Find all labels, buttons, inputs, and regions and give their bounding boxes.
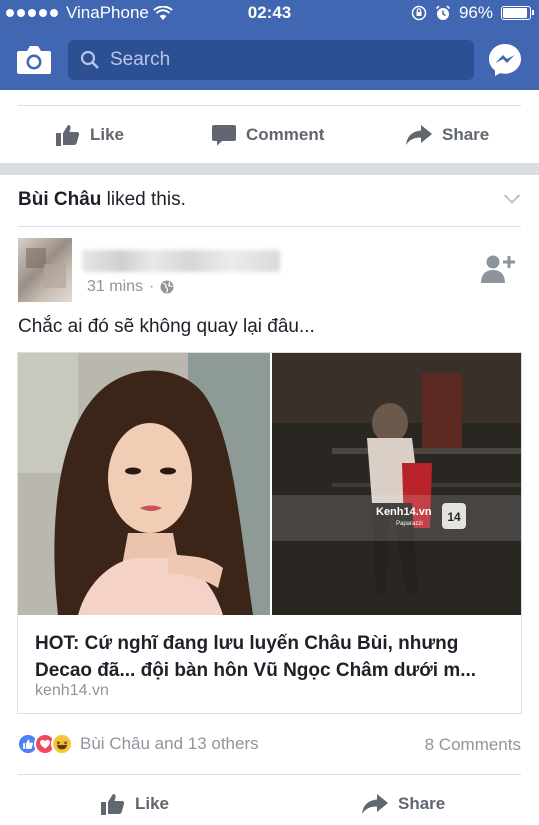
battery-percent: 96% [458,3,493,22]
chevron-down-icon[interactable] [503,193,521,205]
search-input[interactable]: Search [68,40,474,80]
battery-icon [501,6,534,20]
share-label: Share [442,125,490,144]
messenger-icon[interactable] [487,42,523,78]
liker-name[interactable]: Bùi Châu [18,189,101,210]
portrait-photo [18,353,270,615]
post-time[interactable]: 31 mins [87,278,143,296]
post-text: Chắc ai đó sẽ không quay lại đâu... [18,316,315,337]
like-button[interactable]: Like [56,124,124,146]
status-bar: VinaPhone 02:43 96% [0,0,539,26]
link-title[interactable]: HOT: Cứ nghĩ đang lưu luyến Châu Bùi, nh… [35,630,510,684]
reactions-summary[interactable]: Bùi Châu and 13 others [17,733,259,755]
comments-count[interactable]: 8 Comments [425,735,521,755]
navigation-bar: VinaPhone 02:43 96% Search [0,0,539,90]
comment-label: Comment [246,125,325,144]
share-button[interactable]: Share [406,125,489,145]
haha-reaction-icon [51,733,73,755]
link-source: kenh14.vn [35,682,109,699]
search-placeholder: Search [110,49,171,70]
like-button[interactable]: Like [101,793,169,815]
thumbs-up-icon [56,125,80,146]
poster-name-blurred[interactable] [82,250,280,272]
watermark-text: Kenh14.vn [376,506,432,518]
post-actions: Like Share [0,788,539,820]
comment-icon [212,125,236,146]
previous-post-actions: Like Comment Share [0,118,539,152]
alarm-icon [435,5,451,20]
reactions-text: Bùi Châu and 13 others [80,734,259,753]
paparazzi-photo: Kenh14.vn Paparazzi 14 [272,353,521,615]
search-icon [80,50,99,69]
divider [18,105,521,106]
globe-icon [160,280,174,294]
add-friend-icon[interactable] [481,254,515,284]
like-label: Like [135,794,170,813]
watermark-sub: Paparazzi [396,521,423,527]
comment-button[interactable]: Comment [212,124,324,146]
divider [18,774,521,775]
orientation-lock-icon [411,5,427,21]
divider [18,226,521,227]
liked-text: liked this. [101,189,186,210]
share-icon [406,125,432,145]
link-preview-card[interactable]: Kenh14.vn Paparazzi 14 HOT: Cứ nghĩ đang… [17,352,522,714]
like-label: Like [90,125,125,144]
post-meta: 31 mins · [87,278,174,296]
feed-separator [0,163,539,175]
avatar[interactable] [18,238,72,302]
meta-dot: · [149,278,155,295]
thumbs-up-icon [101,794,125,815]
camera-icon[interactable] [16,43,52,75]
share-label: Share [398,794,446,813]
story-context: Bùi Châu liked this. [18,189,186,211]
share-icon [362,794,388,814]
watermark-badge: 14 [447,510,461,524]
link-preview-image[interactable]: Kenh14.vn Paparazzi 14 [18,353,521,615]
share-button[interactable]: Share [362,794,445,814]
